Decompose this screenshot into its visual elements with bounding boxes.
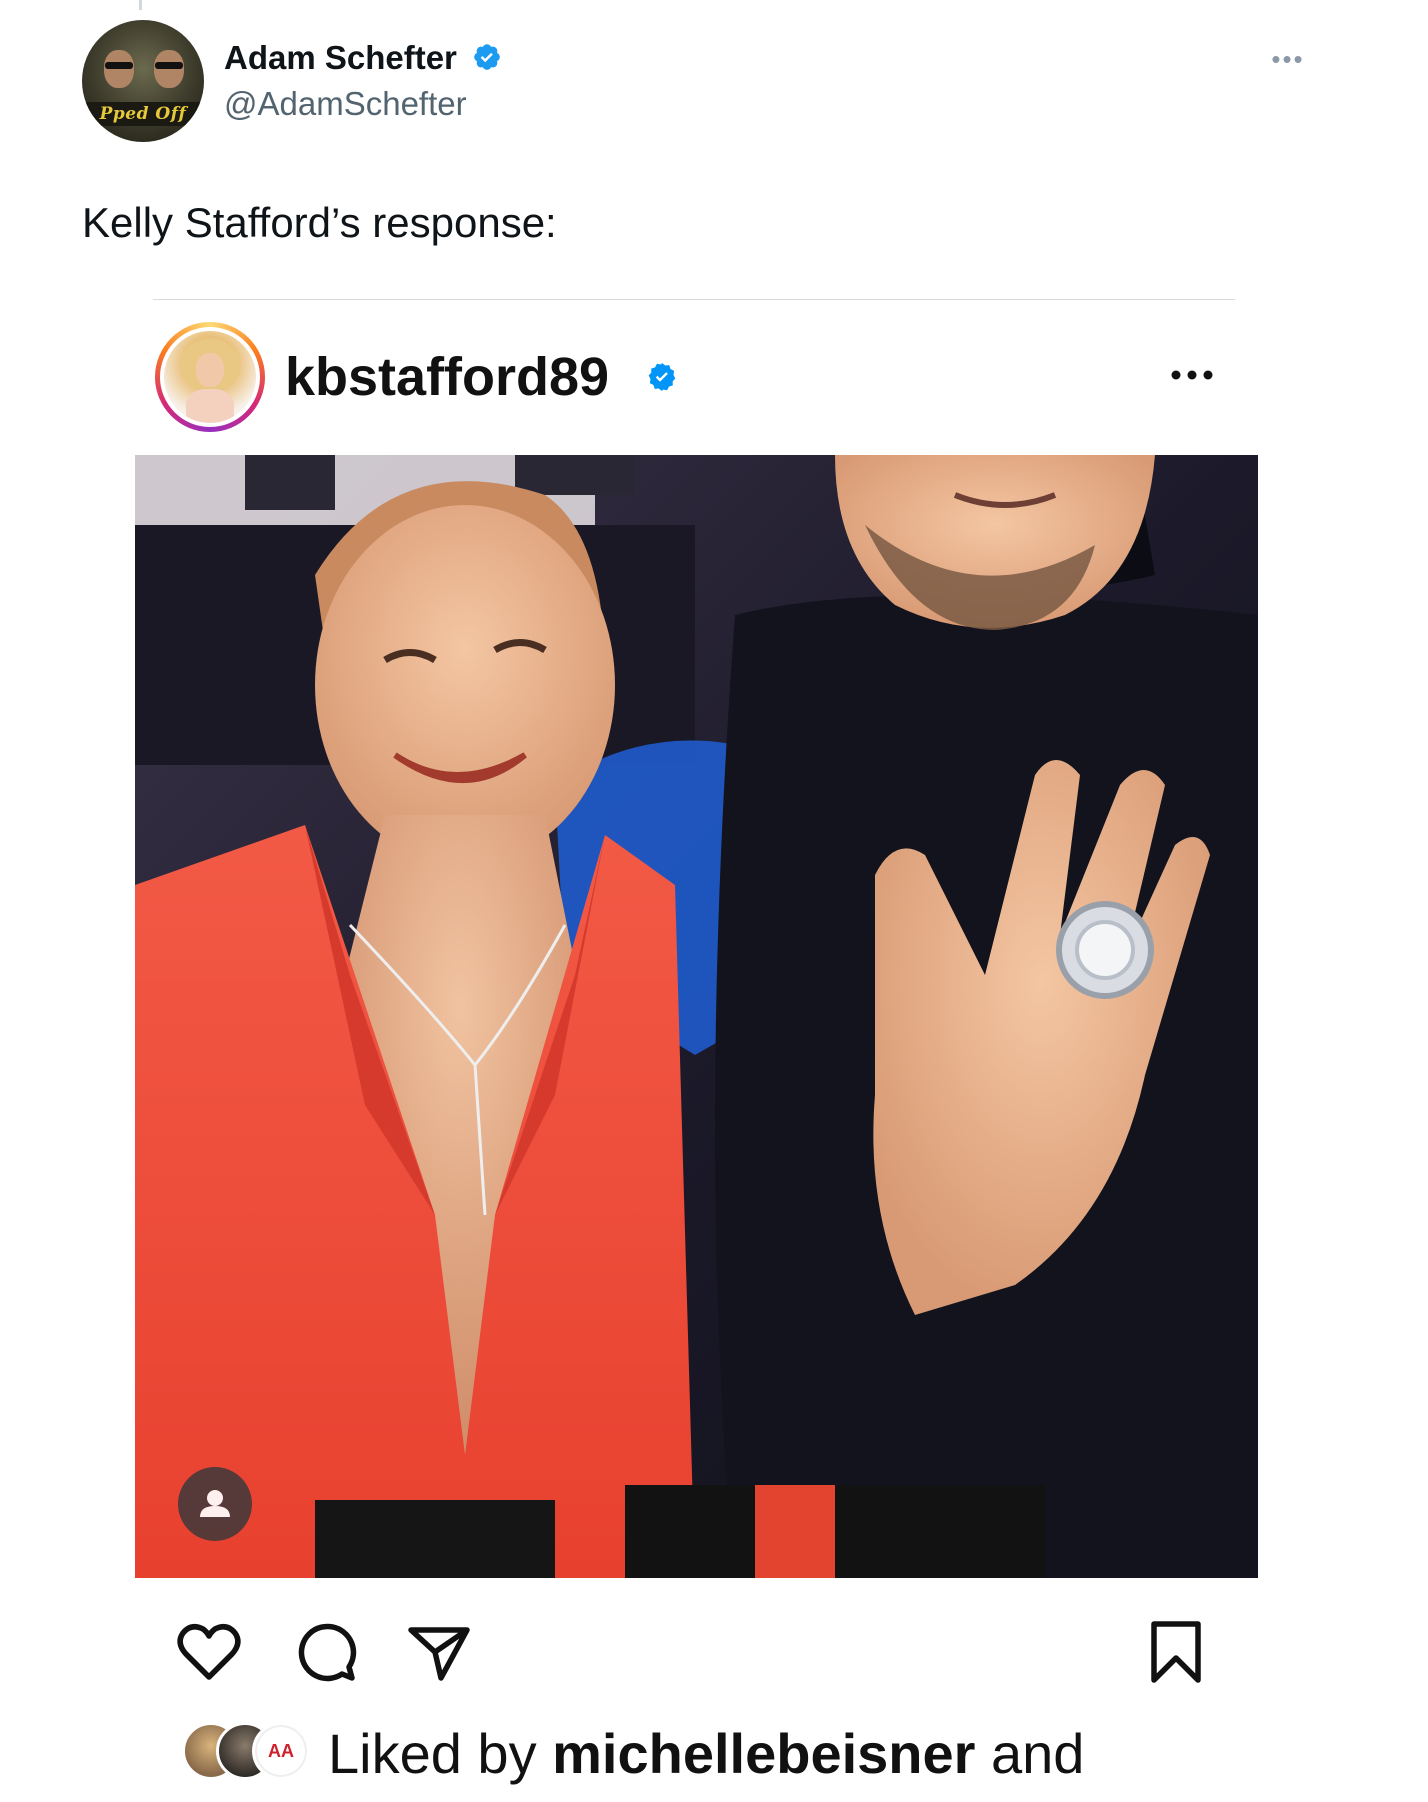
liked-by-user[interactable]: michellebeisner — [552, 1722, 975, 1785]
liker-avatar: AA — [252, 1722, 310, 1780]
person-icon — [200, 1490, 230, 1517]
ig-more-options-icon[interactable] — [1166, 360, 1218, 390]
avatar-figure-right — [154, 50, 184, 88]
liked-by-prefix: Liked by — [328, 1722, 537, 1785]
ig-username[interactable]: kbstafford89 — [285, 344, 609, 410]
ig-post-photo[interactable] — [135, 455, 1258, 1578]
avatar-sunglasses-left — [105, 62, 133, 69]
heart-icon[interactable] — [173, 1616, 245, 1688]
verified-badge-icon — [474, 44, 500, 70]
tagged-people-button[interactable] — [178, 1467, 252, 1541]
ig-avatar-photo — [164, 331, 256, 423]
post-photo-illustration — [135, 455, 1258, 1578]
comment-icon[interactable] — [290, 1616, 362, 1688]
liked-by-suffix: and — [991, 1722, 1085, 1785]
more-horizontal-icon[interactable]: ••• — [1268, 44, 1308, 74]
avatar-caption: Pped Off — [82, 102, 204, 126]
tweet-text: Kelly Stafford’s response: — [82, 199, 557, 246]
share-icon[interactable] — [403, 1616, 475, 1688]
divider — [153, 299, 1235, 300]
ig-profile-avatar[interactable] — [155, 322, 265, 432]
avatar-figure-left — [104, 50, 134, 88]
author-handle[interactable]: @AdamSchefter — [224, 82, 467, 126]
bookmark-icon[interactable] — [1140, 1616, 1212, 1688]
avatar-sunglasses-right — [155, 62, 183, 69]
ig-verified-badge-icon — [648, 363, 676, 391]
author-name[interactable]: Adam Schefter — [224, 36, 457, 80]
thread-line — [139, 0, 142, 10]
liked-by-text: Liked by michellebeisner and — [328, 1721, 1084, 1787]
liker-avatars[interactable]: AA — [182, 1722, 312, 1780]
author-avatar[interactable]: Pped Off — [82, 20, 204, 142]
